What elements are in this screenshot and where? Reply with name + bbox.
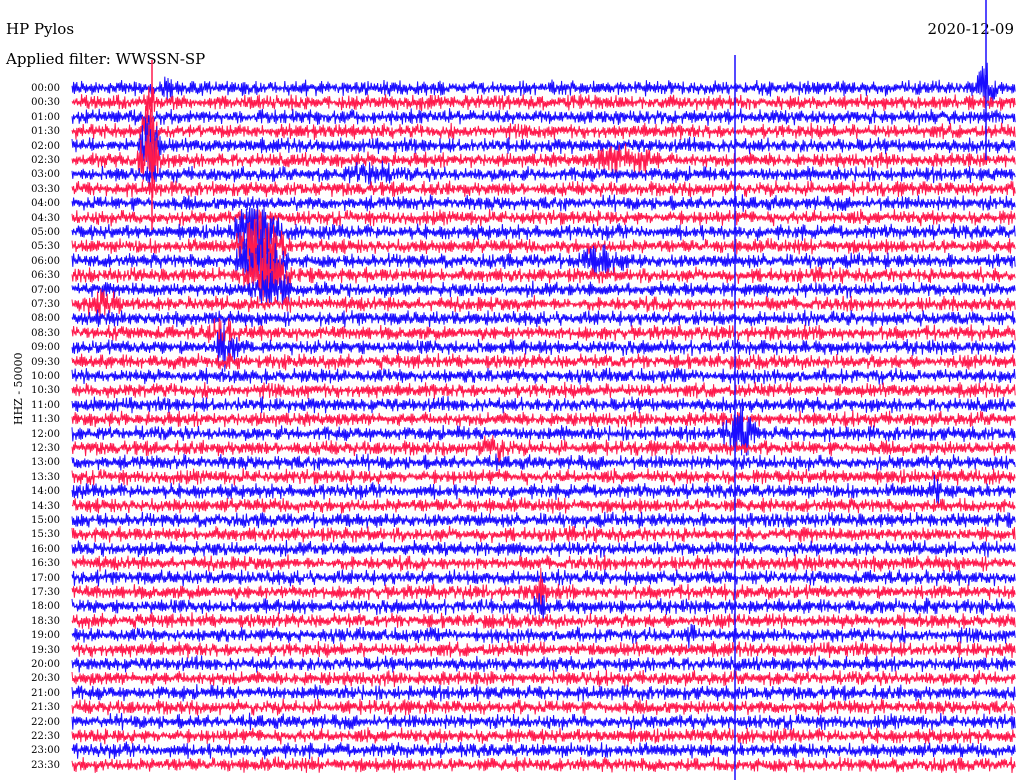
time-label: 12:30 xyxy=(31,443,60,454)
trace-line-22:30 xyxy=(71,727,1016,745)
trace-line-11:30 xyxy=(71,410,1016,428)
time-label: 22:00 xyxy=(31,716,60,728)
time-label: 07:00 xyxy=(31,284,60,296)
trace-line-03:30 xyxy=(71,180,1016,198)
time-label: 16:30 xyxy=(31,558,60,570)
time-label: 20:30 xyxy=(31,673,60,685)
trace-line-22:00 xyxy=(71,712,1016,731)
time-label: 15:00 xyxy=(31,515,60,526)
trace-line-06:30 xyxy=(71,243,1016,308)
time-label-column: 00:00 00:30 01:00 01:30 02:00 02:30 03:00 03:30… xyxy=(0,0,62,780)
time-label: 16:00 xyxy=(31,543,60,555)
trace-line-10:30 xyxy=(71,381,1016,400)
time-label: 21:00 xyxy=(31,687,60,699)
trace-line-04:30 xyxy=(71,208,1016,227)
trace-line-11:00 xyxy=(71,396,1016,414)
time-label: 14:00 xyxy=(31,486,60,498)
time-label: 18:30 xyxy=(31,615,60,627)
time-label: 20:00 xyxy=(31,659,60,670)
time-label: 04:30 xyxy=(31,212,60,224)
time-label: 23:00 xyxy=(31,745,60,757)
time-label: 00:00 xyxy=(31,83,60,94)
time-label: 09:00 xyxy=(31,342,60,354)
time-label: 06:00 xyxy=(31,255,60,267)
trace-line-15:00 xyxy=(71,511,1016,529)
time-label: 01:00 xyxy=(31,111,60,123)
time-label: 11:30 xyxy=(31,414,60,426)
trace-line-14:30 xyxy=(71,497,1016,514)
trace-line-19:30 xyxy=(71,641,1016,659)
trace-line-10:00 xyxy=(71,367,1016,385)
time-label: 18:00 xyxy=(31,601,60,613)
time-label: 19:00 xyxy=(31,630,60,642)
time-label: 02:30 xyxy=(31,155,60,166)
trace-line-04:00 xyxy=(71,194,1016,212)
time-label: 02:00 xyxy=(31,140,60,152)
helicorder-plot xyxy=(71,0,1016,780)
time-label: 07:30 xyxy=(31,299,60,310)
trace-line-17:00 xyxy=(71,568,1016,587)
time-label: 09:30 xyxy=(31,356,60,368)
time-label: 03:00 xyxy=(31,169,60,181)
time-label: 03:30 xyxy=(31,183,60,195)
trace-line-20:00 xyxy=(71,655,1016,673)
time-label: 08:30 xyxy=(31,327,60,339)
time-label: 12:00 xyxy=(31,428,60,440)
trace-line-13:30 xyxy=(71,468,1016,486)
trace-line-21:30 xyxy=(71,698,1016,716)
time-label: 15:30 xyxy=(31,529,60,541)
time-label: 22:30 xyxy=(31,731,60,742)
trace-line-05:00 xyxy=(71,200,1016,266)
trace-line-20:30 xyxy=(71,669,1016,688)
trace-line-08:00 xyxy=(71,309,1016,328)
time-label: 04:00 xyxy=(31,198,60,210)
time-label: 00:30 xyxy=(31,97,60,109)
time-label: 11:00 xyxy=(31,399,60,411)
time-label: 17:00 xyxy=(31,572,60,584)
trace-line-09:30 xyxy=(71,352,1016,371)
time-label: 06:30 xyxy=(31,270,60,282)
time-label: 10:00 xyxy=(31,371,60,382)
trace-line-15:30 xyxy=(71,525,1016,544)
time-label: 23:30 xyxy=(31,759,60,771)
trace-line-23:30 xyxy=(71,756,1016,774)
trace-line-16:00 xyxy=(71,539,1016,558)
time-label: 05:30 xyxy=(31,241,60,253)
time-label: 08:00 xyxy=(31,313,60,325)
time-label: 10:30 xyxy=(31,385,60,397)
time-label: 13:00 xyxy=(31,457,60,469)
time-label: 17:30 xyxy=(31,587,60,598)
time-label: 13:30 xyxy=(31,471,60,483)
time-label: 01:30 xyxy=(31,126,60,138)
trace-line-00:00 xyxy=(71,62,1016,107)
time-label: 14:30 xyxy=(31,500,60,512)
trace-line-16:30 xyxy=(71,554,1016,572)
time-label: 05:00 xyxy=(31,227,60,238)
time-label: 19:30 xyxy=(31,644,60,656)
trace-line-21:00 xyxy=(71,684,1016,702)
trace-line-13:00 xyxy=(71,453,1016,472)
time-label: 21:30 xyxy=(31,702,60,714)
trace-line-01:00 xyxy=(71,108,1016,126)
